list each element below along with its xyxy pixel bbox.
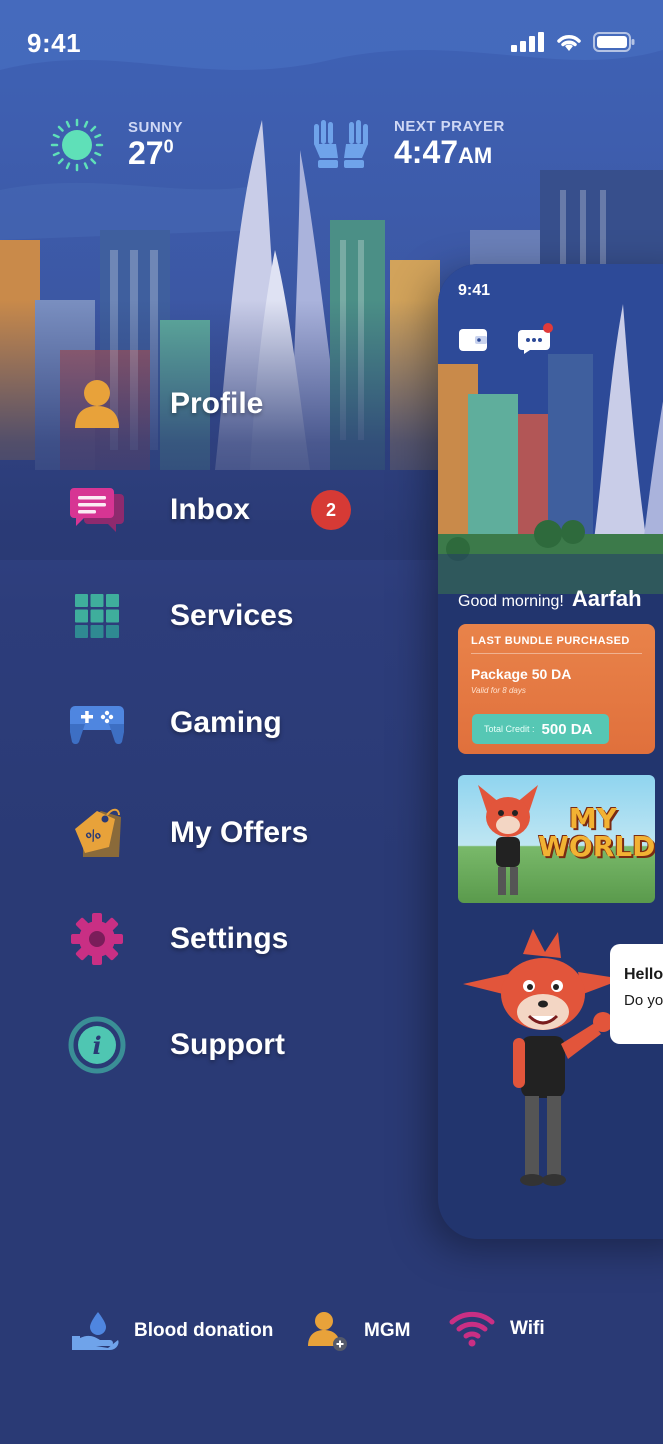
next-prayer-widget: NEXT PRAYER 4:47AM	[312, 118, 505, 170]
gear-icon	[68, 910, 126, 968]
battery-icon	[593, 32, 635, 52]
chat-icon	[68, 481, 126, 539]
bundle-validity: Valid for 8 days	[471, 686, 526, 695]
mgm-button[interactable]: MGM	[308, 1310, 410, 1352]
wifi-status-icon	[557, 35, 581, 51]
wifi-label: Wifi	[510, 1318, 545, 1339]
blood-donation-button[interactable]: Blood donation	[70, 1310, 273, 1352]
inbox-unread-badge: 2	[311, 490, 351, 530]
signal-icon	[511, 32, 544, 52]
home-screen-preview[interactable]: 9:41 Good morning! Aarfah LAST BUNDLE PUR…	[438, 264, 663, 1239]
menu-item-support[interactable]: i Support	[68, 1015, 285, 1075]
preview-greeting: Good morning! Aarfah	[458, 586, 642, 611]
mascot-speech-bubble: Hello Do you	[610, 944, 663, 1044]
last-bundle-card[interactable]: LAST BUNDLE PURCHASED Package 50 DA Vali…	[458, 624, 655, 754]
total-credit-pill: Total Credit : 500 DA	[472, 714, 609, 744]
wifi-button[interactable]: Wifi	[448, 1310, 545, 1348]
wallet-icon[interactable]	[458, 326, 488, 352]
gamepad-icon	[68, 694, 126, 752]
weather-widget: SUNNY 270	[50, 118, 183, 172]
bubble-title: Hello	[624, 966, 663, 983]
menu-item-settings[interactable]: Settings	[68, 909, 288, 969]
credit-label: Total Credit :	[484, 724, 535, 734]
bundle-title: LAST BUNDLE PURCHASED	[471, 635, 642, 654]
praying-hands-icon	[314, 120, 368, 169]
my-world-title: MY WORLD	[538, 802, 655, 863]
side-menu-screen: 9:41 SUNNY 270 NEXT PRAYER 4:47AM Profil…	[0, 0, 663, 1444]
weather-label: SUNNY	[128, 118, 184, 136]
menu-item-services[interactable]: Services	[68, 586, 293, 646]
status-time: 9:41	[27, 28, 82, 58]
menu-item-my-offers[interactable]: % My Offers	[68, 803, 308, 863]
bundle-package: Package 50 DA	[471, 666, 572, 682]
preview-status-time: 9:41	[458, 282, 491, 299]
grid-icon	[68, 587, 126, 645]
blood-donation-icon	[72, 1312, 119, 1350]
prayer-label: NEXT PRAYER	[394, 118, 505, 135]
menu-label-my-offers: My Offers	[170, 816, 309, 849]
sun-icon	[50, 118, 104, 172]
info-icon: i	[68, 1016, 126, 1074]
menu-label-inbox: Inbox	[170, 493, 250, 526]
menu-item-gaming[interactable]: Gaming	[68, 693, 282, 753]
status-bar: 9:41	[0, 0, 663, 88]
weather-temperature: 270	[128, 134, 174, 171]
chat-notification-icon[interactable]	[518, 322, 554, 354]
credit-value: 500 DA	[541, 720, 593, 738]
my-world-banner[interactable]: MY WORLD	[458, 775, 655, 903]
menu-label-services: Services	[170, 599, 294, 632]
menu-label-profile: Profile	[170, 387, 264, 420]
menu-item-inbox[interactable]: Inbox 2	[68, 480, 351, 540]
preview-city-illustration	[438, 264, 663, 594]
status-icons	[511, 32, 635, 52]
blood-donation-label: Blood donation	[134, 1320, 274, 1341]
add-user-icon	[308, 1312, 347, 1351]
fox-mascot-small	[478, 785, 538, 895]
menu-item-profile[interactable]: Profile	[68, 374, 263, 434]
wifi-icon	[449, 1311, 495, 1347]
user-icon	[68, 375, 126, 433]
menu-label-settings: Settings	[170, 922, 289, 955]
tag-icon: %	[68, 804, 126, 862]
fox-mascot	[463, 929, 623, 1186]
bubble-text: Do you	[624, 992, 663, 1009]
mgm-label: MGM	[364, 1320, 411, 1341]
menu-label-gaming: Gaming	[170, 706, 282, 739]
prayer-time: 4:47AM	[394, 134, 493, 170]
svg-text:i: i	[92, 1031, 101, 1060]
menu-label-support: Support	[170, 1028, 285, 1061]
